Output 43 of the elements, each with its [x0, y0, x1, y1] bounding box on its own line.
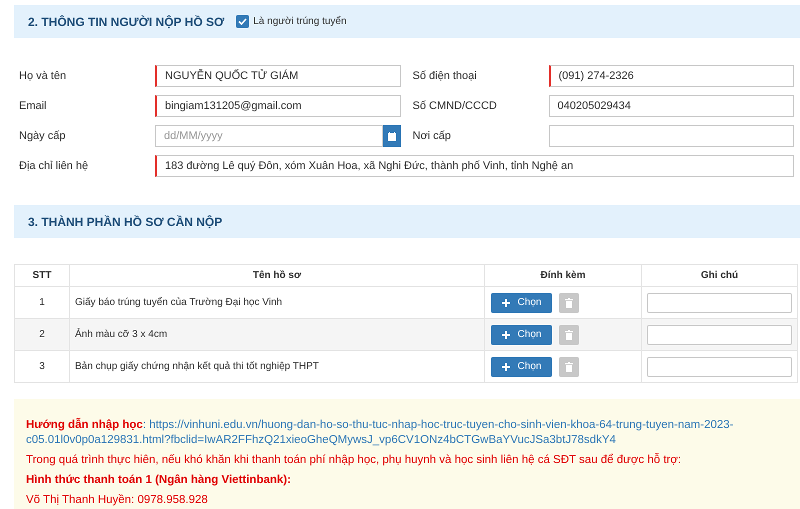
- check-icon: [238, 18, 248, 25]
- note-field[interactable]: [647, 356, 792, 376]
- table-cell: 3: [14, 350, 70, 382]
- field-label: Số điện thoại: [412, 68, 478, 84]
- checkbox[interactable]: [236, 15, 250, 28]
- plus-icon: [502, 298, 510, 306]
- trash-icon: [565, 330, 573, 340]
- trash-icon: [565, 362, 573, 372]
- input-field[interactable]: [548, 125, 794, 147]
- plus-icon: [502, 330, 510, 338]
- note-field[interactable]: [647, 324, 792, 344]
- field-label: Số CMND/CCCD: [412, 98, 498, 114]
- contact-text: Võ Thị Thanh Huyền: 0978.958.928: [26, 493, 209, 508]
- note-field[interactable]: [647, 292, 792, 312]
- field-label: Email: [19, 98, 48, 114]
- section-title: 2. THÔNG TIN NGƯỜI NỘP HỒ SƠ: [28, 14, 224, 30]
- column-header: Ghi chú: [642, 264, 798, 286]
- choose-button[interactable]: Chọn: [491, 324, 552, 344]
- column-header: STT: [14, 264, 70, 286]
- guide-text[interactable]: Hướng dẫn nhập học: https://vinhuni.edu.vn/huong-dan-ho-so-thu-tuc-nhap-hoc-truc-tuyen-cho-sinh-vien-khoa-64-trung-tuyen-nam-2023-c05.01l0v0p0a129831.html?fbclid=IwAR2FFhzQ21xieoGheQMywsJ_vp6CV1ONz4bCTGwBaYVucJSa3btJ78sdkY4: [26, 418, 760, 448]
- support-text: Trong quá trình thực hiên, nếu khó khăn khi thanh toán phí nhập học, phụ huynh và học sinh liên hệ cá SĐT sau để được hỗ trợ:: [26, 453, 682, 468]
- checkbox-label: Là người trúng tuyển: [253, 14, 347, 29]
- trash-icon: [565, 298, 573, 308]
- section-title: 3. THÀNH PHẦN HỒ SƠ CẦN NỘP: [28, 214, 222, 230]
- calendar-icon: [388, 132, 396, 140]
- plus-icon: [502, 362, 510, 370]
- input-field[interactable]: NGUYỄN QUỐC TỬ GIÁM: [155, 65, 400, 87]
- choose-button[interactable]: Chọn: [491, 356, 552, 376]
- input-field[interactable]: 183 đường Lê quý Đôn, xóm Xuân Hoa, xã Nghi Đức, thành phố Vinh, tỉnh Nghệ an: [155, 155, 794, 177]
- column-header: Tên hồ sơ: [70, 264, 484, 286]
- date-field[interactable]: dd/MM/yyyy: [155, 125, 382, 147]
- column-header: Đính kèm: [484, 264, 642, 286]
- input-field[interactable]: (091) 274-2326: [548, 65, 794, 87]
- field-label: Địa chỉ liên hệ: [19, 158, 90, 174]
- input-field[interactable]: bingiam131205@gmail.com: [155, 95, 400, 117]
- table-cell: Bản chụp giấy chứng nhận kết quả thi tốt nghiệp THPT: [70, 350, 484, 382]
- calendar-button[interactable]: [382, 125, 400, 147]
- choose-button[interactable]: Chọn: [491, 292, 552, 312]
- field-label: Ngày cấp: [19, 128, 66, 144]
- payment-title: Hình thức thanh toán 1 (Ngân hàng Viettinbank):: [26, 473, 292, 488]
- field-label: Họ và tên: [19, 68, 68, 84]
- field-label: Nơi cấp: [412, 128, 452, 144]
- input-field[interactable]: 040205029434: [548, 95, 794, 117]
